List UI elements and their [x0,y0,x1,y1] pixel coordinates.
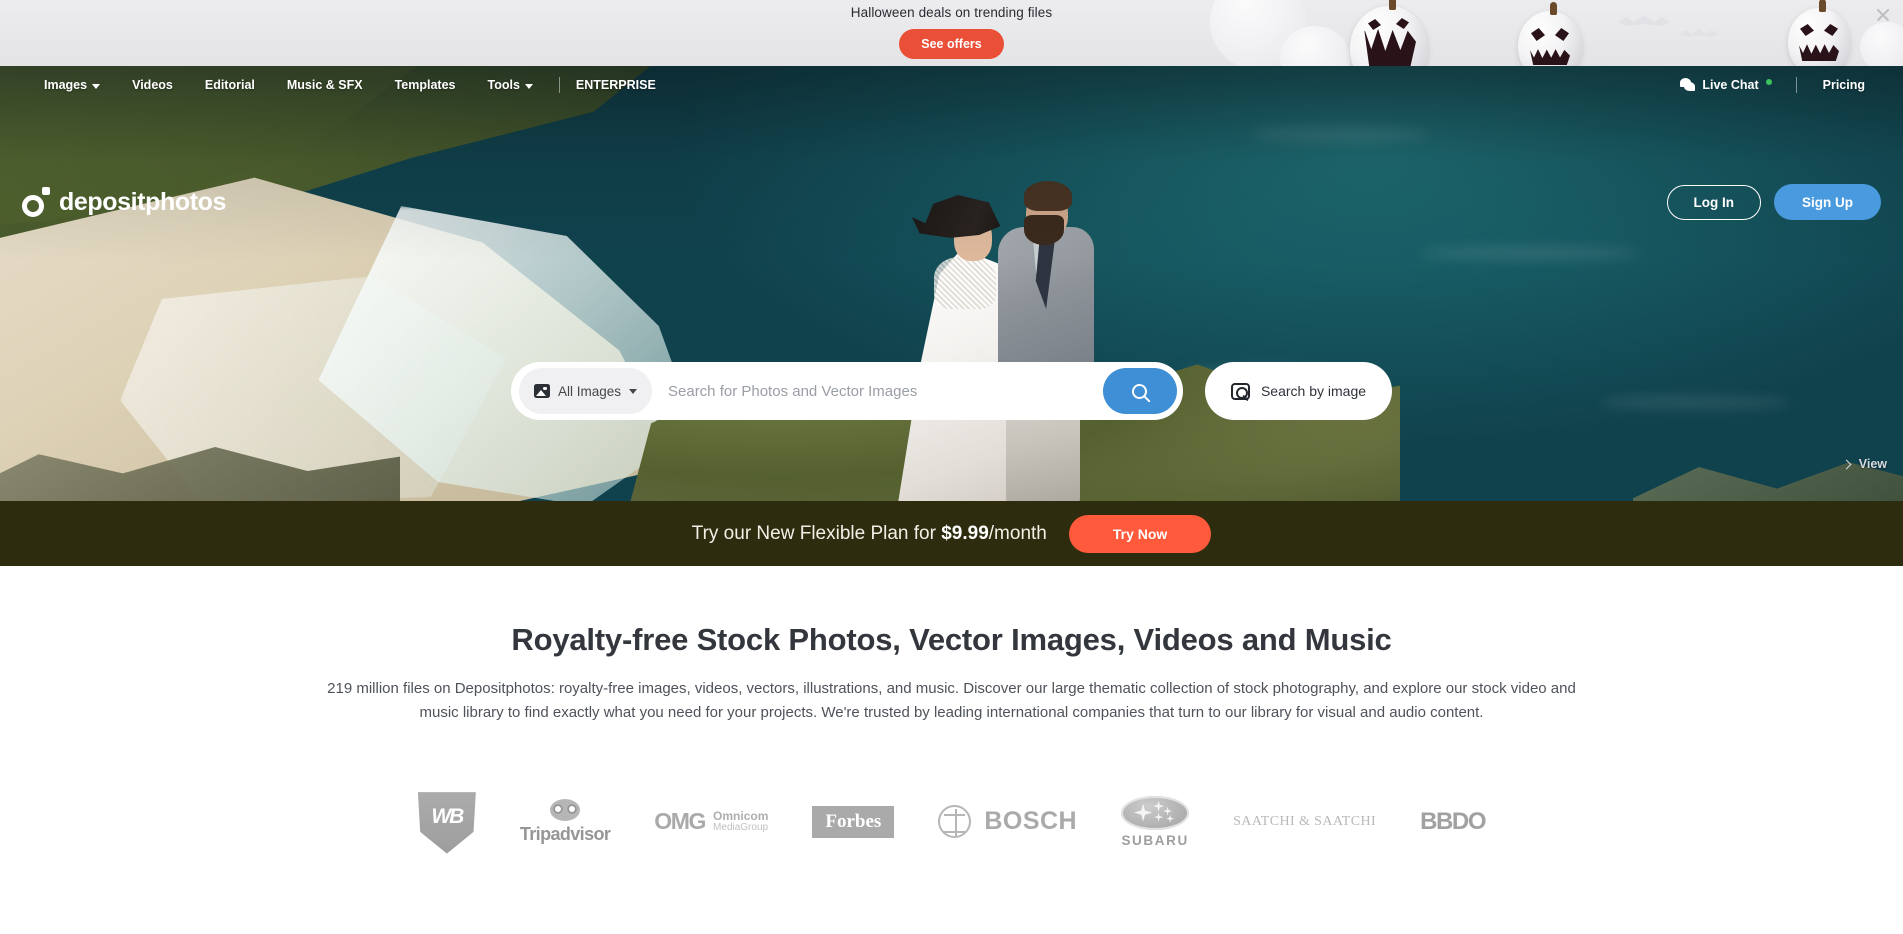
forbes-label: Forbes [825,810,882,832]
logo-mark-icon [22,187,50,217]
nav-item-videos[interactable]: Videos [116,78,189,92]
omnicom-line1: Omnicom [713,809,769,824]
brand-forbes: Forbes [812,788,895,856]
chevron-down-icon [524,83,533,89]
brand-subaru: SUBARU [1121,788,1190,856]
tripadvisor-label: Tripadvisor [519,823,611,844]
brand-and-auth-row: depositphotos Log In Sign Up [0,184,1903,220]
auth-buttons: Log In Sign Up [1666,184,1881,220]
nav-item-editorial[interactable]: Editorial [189,78,271,92]
nav-item-templates[interactable]: Templates [379,78,472,92]
subaru-label: SUBARU [1121,832,1189,848]
brand-bbdo: BBDO [1420,788,1486,856]
status-badge [1765,78,1772,85]
brand-tripadvisor: Tripadvisor [519,788,611,856]
image-icon [533,384,550,398]
nav-primary-items: Images Videos Editorial Music & SFX Temp… [0,77,672,93]
halloween-promo-banner: Halloween deals on trending files See of… [0,0,1903,66]
nav-item-label: Tools [487,78,520,92]
trusted-brands-row: Tripadvisor OMG Omnicom MediaGroup Forbe… [0,788,1903,856]
tripadvisor-owl-icon [550,798,581,821]
see-offers-button[interactable]: See offers [899,29,1004,59]
subaru-icon [1121,795,1190,830]
nav-divider [558,77,560,93]
chevron-down-icon [629,388,637,394]
logo-wordmark: depositphotos [59,187,227,216]
logo-dot [42,187,50,195]
flexible-plan-banner: Try our New Flexible Plan for $9.99/mont… [0,501,1903,566]
nav-item-images[interactable]: Images [22,78,116,92]
search-by-image-button[interactable]: Search by image [1204,362,1393,420]
page-description: 219 million files on Depositphotos: roya… [327,680,1576,722]
plan-text-after: /month [988,522,1047,544]
search-category-dropdown[interactable]: All Images [518,368,652,414]
search-submit-button[interactable] [1102,368,1177,414]
search-by-image-label: Search by image [1260,383,1367,399]
live-chat-button[interactable]: Live Chat [1666,78,1785,92]
try-now-button[interactable]: Try Now [1068,514,1212,553]
brand-bosch: BOSCH [938,788,1077,856]
hero-background-photo [0,66,1903,501]
warner-bros-icon [417,792,476,854]
promo-text: Halloween deals on trending files [850,5,1053,20]
nav-item-label: Templates [394,78,456,92]
nav-item-pricing[interactable]: Pricing [1807,78,1881,92]
nav-item-enterprise[interactable]: ENTERPRISE [570,78,672,92]
nav-item-label: ENTERPRISE [575,78,656,92]
nav-item-label: Videos [132,78,173,92]
nav-item-music-sfx[interactable]: Music & SFX [271,78,379,92]
forbes-icon: Forbes [812,805,895,838]
nav-item-label: Images [44,78,88,92]
main-navigation: Images Videos Editorial Music & SFX Temp… [0,66,1903,104]
search-bar: All Images [510,362,1183,420]
camera-search-icon [1230,382,1250,400]
bosch-label: BOSCH [984,807,1078,836]
nav-secondary-items: Live Chat Pricing [1666,77,1903,93]
search-input[interactable] [652,368,1103,414]
hero-view-label: View [1858,457,1887,471]
brand-omnicom: OMG Omnicom MediaGroup [654,788,768,856]
nav-divider [1795,77,1797,93]
plan-price: $9.99 [941,522,989,544]
brand-saatchi: SAATCHI & SAATCHI [1233,788,1376,856]
plan-text: Try our New Flexible Plan for $9.99/mont… [692,523,1047,545]
nav-item-label: Editorial [204,78,255,92]
chat-bubble-icon [1680,78,1696,92]
search-category-label: All Images [557,383,621,399]
nav-item-tools[interactable]: Tools [472,78,549,92]
saatchi-label: SAATCHI & SAATCHI [1233,813,1377,829]
live-chat-label: Live Chat [1702,78,1759,92]
brand-warner-bros [417,788,476,856]
chevron-down-icon [92,83,101,89]
nav-item-label: Pricing [1822,78,1865,92]
omnicom-line2: MediaGroup [713,821,769,833]
login-button[interactable]: Log In [1666,184,1761,220]
plan-text-before: Try our New Flexible Plan for [691,522,942,544]
bosch-icon [938,805,972,839]
hero-overlay [0,66,1903,501]
omg-mark: OMG [654,808,706,835]
close-icon[interactable] [1873,5,1893,25]
hero-section: Images Videos Editorial Music & SFX Temp… [0,66,1903,501]
bbdo-label: BBDO [1420,807,1486,835]
hero-view-link[interactable]: View [1841,457,1887,471]
page-title: Royalty-free Stock Photos, Vector Images… [511,622,1392,657]
main-content: Royalty-free Stock Photos, Vector Images… [0,566,1903,856]
signup-button[interactable]: Sign Up [1774,184,1881,220]
search-icon [1132,383,1148,399]
chevron-right-icon [1841,459,1852,469]
hero-search-row: All Images Search by image [0,362,1903,420]
logo-ring [22,195,44,217]
nav-item-label: Music & SFX [286,78,363,92]
depositphotos-logo[interactable]: depositphotos [22,187,226,217]
